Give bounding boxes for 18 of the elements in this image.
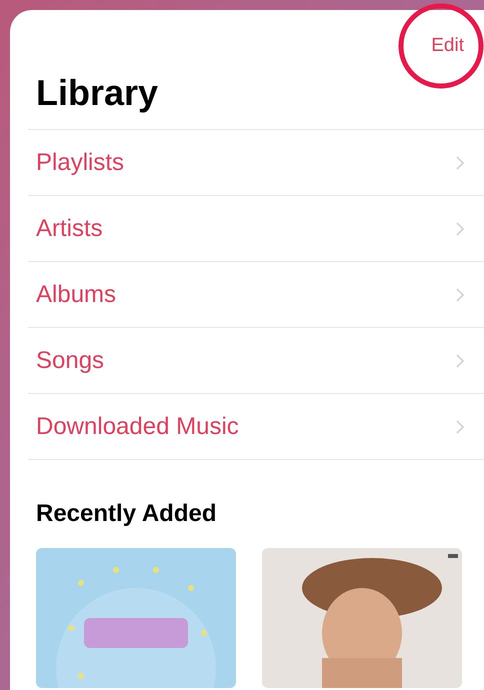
item-label: Songs	[35, 346, 104, 376]
edit-button[interactable]: Edit	[427, 32, 468, 60]
library-item[interactable]: Artists	[28, 196, 484, 262]
chevron-icon	[456, 354, 464, 368]
library-item[interactable]: Downloaded Music	[28, 394, 484, 460]
chevron-icon	[456, 420, 464, 434]
item-label: Downloaded Music	[35, 412, 239, 442]
item-label: Playlists	[35, 148, 124, 178]
chevron-icon	[456, 288, 464, 302]
item-label: Artists	[35, 214, 103, 244]
library-item[interactable]: Playlists	[28, 130, 484, 196]
item-label: Albums	[35, 280, 116, 310]
section-title: Recently Added	[35, 499, 218, 529]
chevron-icon	[456, 222, 464, 236]
library-item[interactable]: Albums	[28, 262, 484, 328]
chevron-icon	[456, 156, 464, 170]
page-title: Library	[35, 71, 160, 115]
library-item[interactable]: Songs	[28, 328, 484, 394]
